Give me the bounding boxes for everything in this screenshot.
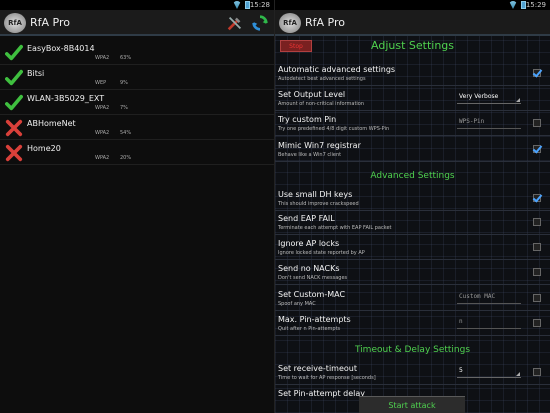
app-logo[interactable]: RfA [279,13,301,33]
network-security: WPA2 [95,105,110,111]
small-dh-checkbox[interactable] [533,194,541,202]
setting-subtitle: Quit after n Pin-attempts [278,326,341,332]
network-signal: 7% [120,105,128,111]
setting-title: Send EAP FAIL [278,214,335,223]
refresh-icon[interactable] [251,14,269,32]
setting-subtitle: Don't send NACK messages [278,275,348,281]
network-security: WPA2 [95,155,110,161]
start-attack-button[interactable]: Start attack [359,396,465,413]
setting-title: Try custom Pin [278,115,337,124]
network-signal: 54% [120,130,132,136]
setting-subtitle: This should improve crackspeed [278,201,359,207]
setting-output-level[interactable]: Set Output Level Amount of non-critical … [275,87,550,111]
setting-title: Set receive-timeout [278,364,357,373]
setting-ignore-locks[interactable]: Ignore AP locks Ignore locked state repo… [275,236,550,260]
network-row[interactable]: Home20 WPA2 20% [0,140,274,165]
setting-auto-advanced[interactable]: Automatic advanced settings Autodetect b… [275,62,550,86]
setting-title: Send no NACKs [278,264,340,273]
network-security: WPA2 [95,55,110,61]
setting-receive-timeout[interactable]: Set receive-timeout Time to wait for AP … [275,361,550,385]
wifi-icon [233,1,241,9]
settings-title: Adjust Settings [371,39,454,52]
status-bar: 15:29 [275,0,550,10]
custom-pin-checkbox[interactable] [533,119,541,127]
setting-subtitle: Time to wait for AP response [seconds] [278,375,376,381]
network-name: EasyBox-8B4014 [27,44,95,53]
setting-eap-fail[interactable]: Send EAP FAIL Terminate each attempt wit… [275,211,550,235]
setting-no-nacks[interactable]: Send no NACKs Don't send NACK messages [275,261,550,285]
network-security: WEP [95,80,107,86]
tools-icon[interactable] [226,14,244,32]
setting-subtitle: Behave like a Win7 client [278,152,342,158]
network-list-screen: 15:28 RfA RfA Pro EasyBox-8B4014 WPA2 63% B… [0,0,275,413]
max-pin-input[interactable]: n [457,316,521,329]
max-pin-checkbox[interactable] [533,319,541,327]
section-advanced-settings: Advanced Settings [370,171,455,181]
app-title: RfA Pro [30,16,70,29]
settings-screen: 15:29 RfA RfA Pro Stop Adjust Settings A… [275,0,550,413]
cross-icon [5,144,23,162]
network-row[interactable]: EasyBox-8B4014 WPA2 63% [0,40,274,65]
eap-fail-checkbox[interactable] [533,218,541,226]
wps-pin-input[interactable]: WPS-Pin [457,116,521,129]
status-bar: 15:28 [0,0,274,10]
setting-title: Ignore AP locks [278,239,340,248]
section-timeout-delay: Timeout & Delay Settings [354,345,471,355]
setting-small-dh[interactable]: Use small DH keys This should improve cr… [275,187,550,211]
network-signal: 63% [120,55,132,61]
network-row[interactable]: Bitsi WEP 9% [0,65,274,90]
receive-timeout-checkbox[interactable] [533,368,541,376]
setting-title: Set Pin-attempt delay [278,389,366,398]
network-name: ABHomeNet [27,119,76,128]
setting-custom-mac[interactable]: Set Custom-MAC Spoof any MAC Custom MAC [275,287,550,311]
network-name: WLAN-3B5029_EXT [27,94,105,103]
checkmark-icon [5,69,23,87]
network-name: Bitsi [27,69,45,78]
status-time: 15:29 [525,1,546,9]
auto-advanced-checkbox[interactable] [533,69,541,77]
setting-title: Set Custom-MAC [278,290,346,299]
action-bar: RfA RfA Pro [0,10,274,36]
no-nacks-checkbox[interactable] [533,268,541,276]
status-time: 15:28 [249,1,270,9]
app-logo[interactable]: RfA [4,13,26,33]
setting-subtitle: Terminate each attempt with EAP FAIL pac… [278,225,392,231]
network-row[interactable]: ABHomeNet WPA2 54% [0,115,274,140]
setting-title: Use small DH keys [278,190,353,199]
app-title: RfA Pro [305,16,345,29]
network-row[interactable]: WLAN-3B5029_EXT WPA2 7% [0,90,274,115]
action-bar: RfA RfA Pro [275,10,550,36]
mimic-win7-checkbox[interactable] [533,145,541,153]
setting-subtitle: Autodetect best advanced settings [278,76,366,82]
cross-icon [5,119,23,137]
custom-mac-input[interactable]: Custom MAC [457,291,521,304]
network-name: Home20 [27,144,61,153]
setting-max-pin-attempts[interactable]: Max. Pin-attempts Quit after n Pin-attem… [275,312,550,336]
network-security: WPA2 [95,130,110,136]
wifi-icon [509,1,517,9]
checkmark-icon [5,94,23,112]
setting-subtitle: Ignore locked state reported by AP [278,250,365,256]
ignore-locks-checkbox[interactable] [533,243,541,251]
checkmark-icon [5,44,23,62]
setting-subtitle: Try one predefined 4/8 digit custom WPS-… [278,126,390,132]
setting-title: Set Output Level [278,90,346,99]
setting-subtitle: Amount of non-critical information [278,101,365,107]
network-signal: 9% [120,80,128,86]
setting-title: Automatic advanced settings [278,65,396,74]
setting-subtitle: Spoof any MAC [278,301,316,307]
setting-title: Mimic Win7 registrar [278,141,361,150]
output-level-dropdown[interactable]: Very Verbose [457,92,521,104]
custom-mac-checkbox[interactable] [533,294,541,302]
setting-custom-pin[interactable]: Try custom Pin Try one predefined 4/8 di… [275,112,550,136]
setting-title: Max. Pin-attempts [278,315,351,324]
setting-mimic-win7[interactable]: Mimic Win7 registrar Behave like a Win7 … [275,138,550,162]
receive-timeout-dropdown[interactable]: 5 [457,366,521,378]
network-signal: 20% [120,155,132,161]
